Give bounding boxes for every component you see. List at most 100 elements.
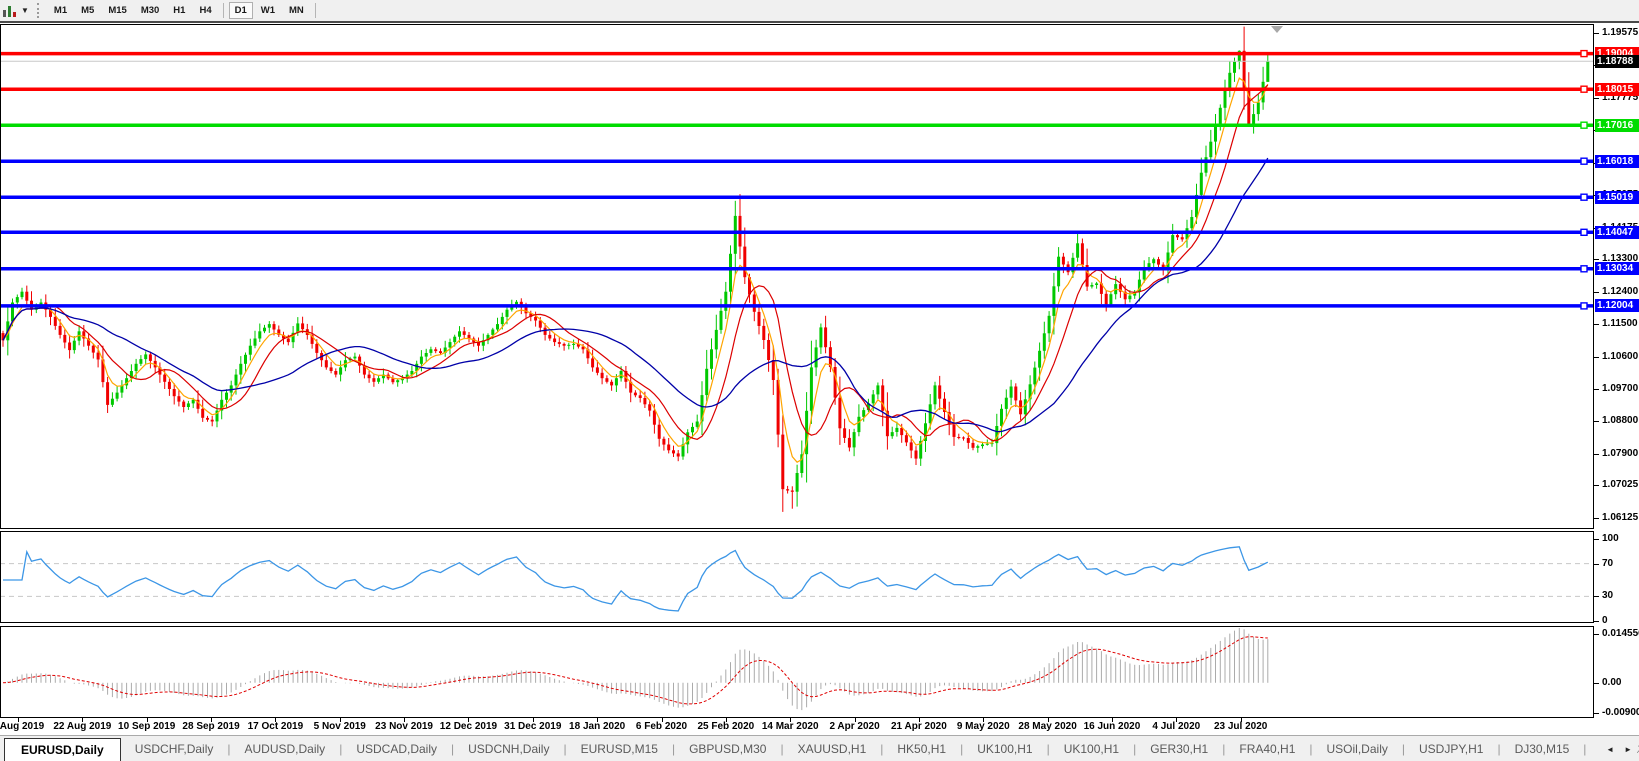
axis-tick-mark bbox=[1594, 518, 1599, 519]
indicators-icon[interactable] bbox=[2, 3, 18, 18]
chart-tab-usdjpy-h1[interactable]: USDJPY,H1 bbox=[1405, 739, 1497, 759]
date-axis-label: 22 Aug 2019 bbox=[53, 721, 111, 732]
timeframe-button-mn[interactable]: MN bbox=[283, 2, 310, 19]
line-price-label: 1.15019 bbox=[1595, 191, 1639, 204]
chart-tab-eurusd-m15[interactable]: EURUSD,M15 bbox=[567, 739, 672, 759]
axis-tick-label: 1.09700 bbox=[1602, 383, 1638, 395]
axis-tick-mark bbox=[1594, 683, 1599, 684]
line-price-label: 1.12004 bbox=[1595, 299, 1639, 312]
date-axis-label: 6 Feb 2020 bbox=[636, 721, 687, 732]
date-axis-label: 25 Feb 2020 bbox=[697, 721, 754, 732]
date-axis-label: 5 Nov 2019 bbox=[314, 721, 366, 732]
axis-tick-mark bbox=[1594, 564, 1599, 565]
timeframe-button-m5[interactable]: M5 bbox=[75, 2, 100, 19]
rsi-indicator-panel[interactable] bbox=[0, 531, 1594, 623]
chart-tab-bar: EURUSD,DailyUSDCHF,Daily|AUDUSD,Daily|US… bbox=[0, 735, 1639, 761]
line-price-label: 1.14047 bbox=[1595, 226, 1639, 239]
timeframe-button-group: M1M5M15M30H1H4 D1W1MN bbox=[47, 2, 320, 19]
line-price-label: 1.13034 bbox=[1595, 262, 1639, 275]
horizontal-line-objects[interactable] bbox=[0, 51, 1594, 309]
chart-tab-uk100-h1[interactable]: UK100,H1 bbox=[1050, 739, 1133, 759]
axis-tick-label: 1.07025 bbox=[1602, 479, 1638, 491]
chevron-down-icon[interactable]: ▼ bbox=[21, 6, 29, 15]
chart-shift-marker-icon[interactable] bbox=[1271, 26, 1283, 33]
tab-scroll-arrows: ◄ ► bbox=[1597, 736, 1637, 761]
macd-histogram bbox=[8, 628, 1268, 710]
date-axis-label: 2 Apr 2020 bbox=[829, 721, 879, 732]
axis-tick-label: 1.06125 bbox=[1602, 512, 1638, 524]
chart-tab-fra40-h1[interactable]: FRA40,H1 bbox=[1225, 739, 1309, 759]
macd-indicator-panel[interactable] bbox=[0, 626, 1594, 718]
timeframe-button-d1[interactable]: D1 bbox=[229, 2, 253, 19]
timeframe-button-h1[interactable]: H1 bbox=[167, 2, 191, 19]
chart-tabs: EURUSD,DailyUSDCHF,Daily|AUDUSD,Daily|US… bbox=[0, 738, 1639, 761]
axis-tick-mark bbox=[1594, 596, 1599, 597]
trading-terminal-window: ▼ M1M5M15M30H1H4 D1W1MN ▼ EURUSD,Daily 1.… bbox=[0, 0, 1639, 761]
date-axis-label: 28 May 2020 bbox=[1018, 721, 1076, 732]
axis-tick-mark bbox=[1594, 324, 1599, 325]
axis-tick-mark bbox=[1594, 357, 1599, 358]
axis-tick-mark bbox=[1594, 634, 1599, 635]
chart-tab-xauusd-h1[interactable]: XAUUSD,H1 bbox=[784, 739, 881, 759]
date-axis-label: 14 Mar 2020 bbox=[762, 721, 819, 732]
axis-tick-label: 1.19575 bbox=[1602, 27, 1638, 39]
date-axis-label: 23 Jul 2020 bbox=[1214, 721, 1267, 732]
date-axis-label: 3 Aug 2019 bbox=[0, 721, 44, 732]
main-price-chart[interactable] bbox=[0, 24, 1594, 529]
toolbar-grip[interactable] bbox=[37, 3, 39, 18]
axis-tick-mark bbox=[1594, 485, 1599, 486]
line-price-label: 1.17016 bbox=[1595, 119, 1639, 132]
axis-tick-label: 0.014556 bbox=[1602, 628, 1639, 640]
tabs-scroll-left-icon[interactable]: ◄ bbox=[1601, 743, 1619, 756]
chart-tab-eurusd-daily[interactable]: EURUSD,Daily bbox=[4, 738, 121, 761]
axis-tick-label: 0 bbox=[1602, 615, 1608, 627]
chart-tab-gbpusd-m30[interactable]: GBPUSD,M30 bbox=[675, 739, 780, 759]
chart-tab-usdchf-daily[interactable]: USDCHF,Daily bbox=[121, 739, 228, 759]
date-axis-label: 4 Jul 2020 bbox=[1152, 721, 1200, 732]
price-axis[interactable]: 1.195751.186751.177751.168751.159751.150… bbox=[1594, 24, 1639, 718]
timeframe-button-h4[interactable]: H4 bbox=[193, 2, 217, 19]
chart-tab-uk100-h1[interactable]: UK100,H1 bbox=[963, 739, 1046, 759]
axis-tick-mark bbox=[1594, 539, 1599, 540]
toolbar-separator bbox=[315, 3, 316, 18]
chart-tab-hk50-h1[interactable]: HK50,H1 bbox=[883, 739, 960, 759]
date-axis-label: 21 Apr 2020 bbox=[891, 721, 947, 732]
axis-tick-mark bbox=[1594, 713, 1599, 714]
axis-tick-mark bbox=[1594, 33, 1599, 34]
date-axis-label: 12 Dec 2019 bbox=[440, 721, 497, 732]
timeframe-button-w1[interactable]: W1 bbox=[255, 2, 281, 19]
date-axis-label: 23 Nov 2019 bbox=[375, 721, 433, 732]
date-axis-label: 31 Dec 2019 bbox=[504, 721, 561, 732]
axis-tick-mark bbox=[1594, 98, 1599, 99]
chart-toolbar: ▼ M1M5M15M30H1H4 D1W1MN bbox=[0, 0, 1639, 23]
axis-tick-mark bbox=[1594, 259, 1599, 260]
date-axis[interactable]: 3 Aug 201922 Aug 201910 Sep 201928 Sep 2… bbox=[0, 718, 1594, 735]
timeframe-button-m15[interactable]: M15 bbox=[102, 2, 132, 19]
line-price-label: 1.16018 bbox=[1595, 155, 1639, 168]
date-axis-label: 9 May 2020 bbox=[957, 721, 1010, 732]
chart-tab-usdcnh-daily[interactable]: USDCNH,Daily bbox=[454, 739, 563, 759]
tabs-scroll-right-icon[interactable]: ► bbox=[1619, 743, 1637, 756]
timeframe-button-m30[interactable]: M30 bbox=[135, 2, 165, 19]
axis-tick-mark bbox=[1594, 292, 1599, 293]
chart-tab-dj30-m15[interactable]: DJ30,M15 bbox=[1501, 739, 1584, 759]
date-axis-label: 18 Jan 2020 bbox=[569, 721, 625, 732]
axis-tick-label: 1.11500 bbox=[1602, 318, 1638, 330]
axis-tick-label: 1.08800 bbox=[1602, 415, 1638, 427]
bid-price-label: 1.18788 bbox=[1595, 55, 1639, 68]
date-axis-label: 16 Jun 2020 bbox=[1084, 721, 1141, 732]
axis-tick-mark bbox=[1594, 454, 1599, 455]
line-price-label: 1.18015 bbox=[1595, 83, 1639, 96]
chart-tab-audusd-daily[interactable]: AUDUSD,Daily bbox=[231, 739, 340, 759]
chart-tab-usoil-daily[interactable]: USOil,Daily bbox=[1313, 739, 1402, 759]
chart-tab-ger30-h1[interactable]: GER30,H1 bbox=[1136, 739, 1222, 759]
chart-tab-usdcad-daily[interactable]: USDCAD,Daily bbox=[342, 739, 451, 759]
axis-tick-label: 0.00 bbox=[1602, 677, 1621, 689]
axis-tick-mark bbox=[1594, 421, 1599, 422]
rsi-level-lines bbox=[0, 564, 1594, 597]
timeframe-button-m1[interactable]: M1 bbox=[48, 2, 73, 19]
date-axis-label: 10 Sep 2019 bbox=[118, 721, 175, 732]
toolbar-separator bbox=[223, 3, 224, 18]
axis-tick-label: 1.07900 bbox=[1602, 448, 1638, 460]
axis-tick-label: -0.009001 bbox=[1602, 707, 1639, 719]
